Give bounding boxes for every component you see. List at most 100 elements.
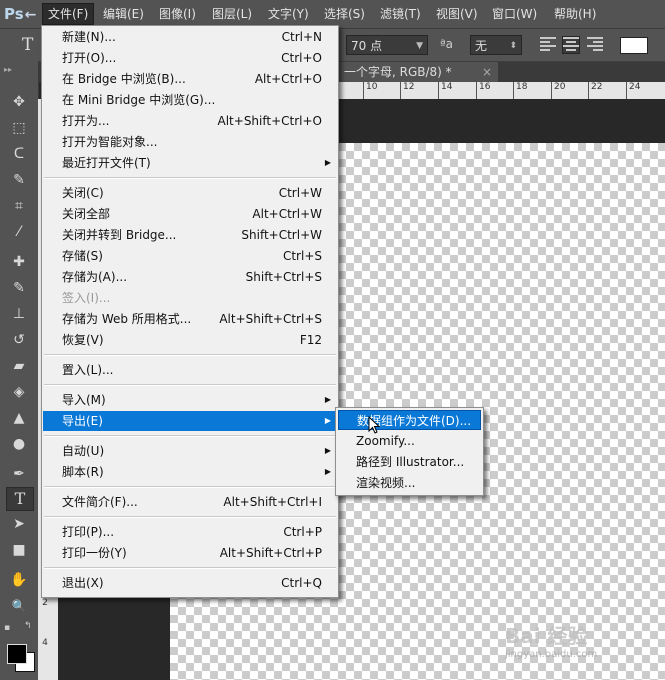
watermark-text: Bai 经验	[505, 624, 588, 648]
submenu-arrow-icon: ▶	[324, 395, 331, 404]
shape-tool-icon[interactable]: ■	[6, 539, 32, 561]
marquee-tool-icon[interactable]: ⬚	[6, 117, 32, 139]
menu-item-browse-mini-bridge[interactable]: 在 Mini Bridge 中浏览(G)...	[43, 90, 337, 110]
blur-tool-icon[interactable]: ▲	[6, 407, 32, 429]
healing-brush-tool-icon[interactable]: ✚	[6, 251, 32, 273]
ruler-tick: 12	[400, 82, 414, 99]
mouse-cursor-icon	[368, 416, 381, 434]
menu-item-browse-bridge[interactable]: 在 Bridge 中浏览(B)... Alt+Ctrl+O	[43, 69, 337, 89]
file-menu-dropdown: 新建(N)... Ctrl+N 打开(O)... Ctrl+O 在 Bridge 中…	[41, 25, 339, 598]
photoshop-logo-icon[interactable]: Ps←	[4, 3, 36, 25]
menu-item-file-info[interactable]: 文件简介(F)... Alt+Shift+Ctrl+I	[43, 492, 337, 512]
menu-item-close[interactable]: 关闭(C) Ctrl+W	[43, 183, 337, 203]
submenu-arrow-icon: ▶	[324, 467, 331, 476]
type-options-icon[interactable]: T	[22, 35, 33, 55]
move-tool-icon[interactable]: ✥	[6, 91, 32, 113]
submenu-arrow-icon: ▶	[324, 446, 331, 455]
menu-item-import[interactable]: 导入(M) ▶	[43, 390, 337, 410]
ruler-tick: 2	[42, 598, 48, 608]
quick-select-tool-icon[interactable]: ✎	[6, 169, 32, 191]
history-brush-tool-icon[interactable]: ↺	[6, 329, 32, 351]
menu-item-close-go-bridge[interactable]: 关闭并转到 Bridge... Shift+Ctrl+W	[43, 225, 337, 245]
text-color-swatch[interactable]	[620, 37, 648, 54]
align-center-icon[interactable]	[562, 36, 580, 54]
submenu-item-paths-to-illustrator[interactable]: 路径到 Illustrator...	[338, 452, 481, 472]
align-right-icon[interactable]	[587, 37, 603, 53]
antialias-icon: ªa	[440, 37, 454, 51]
menu-help[interactable]: 帮助(H)	[549, 4, 601, 24]
font-size-value: 70 点	[351, 39, 383, 53]
menu-item-save[interactable]: 存储(S) Ctrl+S	[43, 246, 337, 266]
baidu-watermark: Bai 经验 jingyan.baidu.com	[505, 620, 597, 660]
foreground-color-swatch[interactable]	[7, 644, 27, 664]
menu-item-open-smart-object[interactable]: 打开为智能对象...	[43, 132, 337, 152]
menu-item-save-as[interactable]: 存储为(A)... Shift+Ctrl+S	[43, 267, 337, 287]
app-logo-text: Ps	[4, 5, 24, 23]
chevron-down-icon: ▼	[416, 41, 423, 51]
submenu-arrow-icon: ▶	[324, 158, 331, 167]
panel-collapse-icon[interactable]: ▸▸	[4, 65, 12, 74]
type-tool-icon[interactable]: T	[6, 487, 34, 511]
antialias-value: 无	[475, 39, 488, 53]
menu-item-automate[interactable]: 自动(U) ▶	[43, 441, 337, 461]
font-size-select[interactable]: 70 点 ▼	[346, 35, 428, 55]
menu-separator	[44, 516, 336, 518]
submenu-arrow-icon: ▶	[324, 416, 331, 425]
tools-panel: ▸▸ ✥ ⬚ ᑕ ✎ ⌗ ⁄ ✚ ✎ ⊥ ↺ ▰ ◈ ▲ ● ✒ T ➤ ■ ✋…	[0, 61, 39, 680]
menu-layer[interactable]: 图层(L)	[207, 4, 257, 24]
menu-select[interactable]: 选择(S)	[319, 4, 370, 24]
crop-tool-icon[interactable]: ⌗	[6, 195, 32, 217]
align-left-icon[interactable]	[540, 37, 556, 53]
submenu-item-render-video[interactable]: 渲染视频...	[338, 473, 481, 493]
menu-view[interactable]: 视图(V)	[431, 4, 483, 24]
clone-stamp-tool-icon[interactable]: ⊥	[6, 303, 32, 325]
eyedropper-tool-icon[interactable]: ⁄	[6, 221, 32, 243]
ruler-tick: 14	[438, 82, 452, 99]
default-colors-icon[interactable]: ▪	[4, 623, 10, 633]
menu-item-export[interactable]: 导出(E) ▶	[43, 411, 337, 431]
menu-edit[interactable]: 编辑(E)	[98, 4, 149, 24]
menu-item-open[interactable]: 打开(O)... Ctrl+O	[43, 48, 337, 68]
paint-bucket-tool-icon[interactable]: ◈	[6, 381, 32, 403]
menu-window[interactable]: 窗口(W)	[487, 4, 542, 24]
menu-item-scripts[interactable]: 脚本(R) ▶	[43, 462, 337, 482]
submenu-item-zoomify[interactable]: Zoomify...	[338, 431, 481, 451]
menu-item-recent-files[interactable]: 最近打开文件(T) ▶	[43, 153, 337, 173]
menu-separator	[44, 177, 336, 179]
menu-item-save-for-web[interactable]: 存储为 Web 所用格式... Alt+Shift+Ctrl+S	[43, 309, 337, 329]
ruler-tick: 10	[363, 82, 377, 99]
close-icon[interactable]: ×	[482, 62, 492, 82]
menu-item-new[interactable]: 新建(N)... Ctrl+N	[43, 27, 337, 47]
ruler-tick: 4	[42, 638, 48, 648]
menu-file[interactable]: 文件(F)	[42, 3, 95, 25]
ruler-tick: 20	[551, 82, 565, 99]
lasso-tool-icon[interactable]: ᑕ	[6, 143, 32, 165]
pen-tool-icon[interactable]: ✒	[6, 463, 32, 485]
hand-tool-icon[interactable]: ✋	[6, 569, 32, 591]
document-tab[interactable]: 一个字母, RGB/8) * ×	[338, 62, 498, 82]
menu-separator	[44, 384, 336, 386]
dodge-tool-icon[interactable]: ●	[6, 433, 32, 455]
menu-filter[interactable]: 滤镜(T)	[375, 4, 426, 24]
swap-colors-icon[interactable]: ↰	[24, 621, 32, 631]
path-select-tool-icon[interactable]: ➤	[6, 513, 32, 535]
ruler-tick: 22	[588, 82, 602, 99]
antialias-select[interactable]: 无 ⬍	[470, 35, 522, 55]
eraser-tool-icon[interactable]: ▰	[6, 355, 32, 377]
menu-type[interactable]: 文字(Y)	[263, 4, 314, 24]
submenu-item-data-sets-as-files[interactable]: 数据组作为文件(D)...	[338, 410, 481, 430]
menu-item-print-one-copy[interactable]: 打印一份(Y) Alt+Shift+Ctrl+P	[43, 543, 337, 563]
ruler-tick: 16	[476, 82, 490, 99]
zoom-tool-icon[interactable]: 🔍	[6, 595, 32, 617]
menu-separator	[44, 567, 336, 569]
menu-item-print[interactable]: 打印(P)... Ctrl+P	[43, 522, 337, 542]
menu-item-place[interactable]: 置入(L)...	[43, 360, 337, 380]
menu-item-open-as[interactable]: 打开为... Alt+Shift+Ctrl+O	[43, 111, 337, 131]
menu-item-exit[interactable]: 退出(X) Ctrl+Q	[43, 573, 337, 593]
menu-item-revert[interactable]: 恢复(V) F12	[43, 330, 337, 350]
menu-image[interactable]: 图像(I)	[154, 4, 201, 24]
color-picker-swatches[interactable]	[5, 640, 35, 672]
menu-separator	[44, 435, 336, 437]
menu-item-close-all[interactable]: 关闭全部 Alt+Ctrl+W	[43, 204, 337, 224]
brush-tool-icon[interactable]: ✎	[6, 277, 32, 299]
